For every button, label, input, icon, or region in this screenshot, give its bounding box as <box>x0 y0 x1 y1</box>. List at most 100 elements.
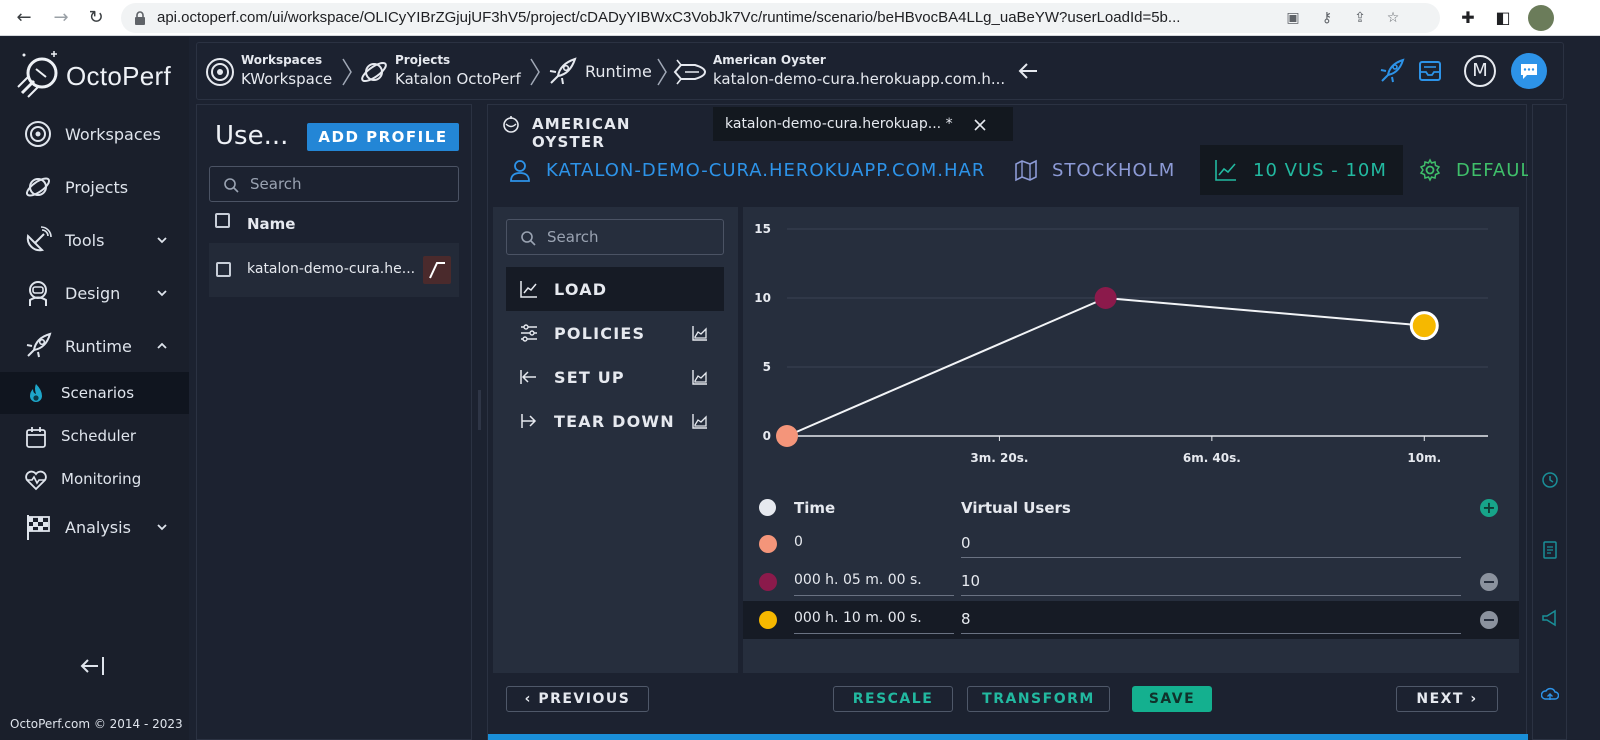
star-icon[interactable]: ☆ <box>1383 8 1403 28</box>
sidebar-item-workspaces[interactable]: Workspaces <box>0 112 189 156</box>
menu-item-label: LOAD <box>554 280 608 299</box>
tab-profile[interactable]: katalon-demo-cura.herokuap... * <box>713 107 1013 141</box>
point-color-dot <box>759 573 777 591</box>
browser-toolbar: ← → ↻ api.octoperf.com/ui/workspace/OLIC… <box>0 0 1600 36</box>
cloud-upload-icon[interactable] <box>1541 685 1559 703</box>
megaphone-icon[interactable] <box>1541 609 1559 627</box>
sidebar-item-tools[interactable]: Tools <box>0 218 189 262</box>
settings-menu: LOAD POLICIES SET UP TEAR DOWN <box>493 207 738 673</box>
sidebar-item-runtime[interactable]: Runtime <box>0 324 189 368</box>
close-icon[interactable] <box>973 118 987 132</box>
user-icon <box>510 160 530 182</box>
y-tick-label: 0 <box>763 429 771 443</box>
clock-icon[interactable] <box>1541 471 1559 489</box>
breadcrumb-runtime[interactable]: Runtime <box>547 43 657 101</box>
breadcrumb-scenario[interactable]: American Oyster katalon-demo-cura.heroku… <box>673 43 1005 101</box>
copyright: OctoPerf.com © 2014 - 2023 <box>10 717 183 731</box>
arrow-left-bar-icon <box>520 370 536 384</box>
save-button[interactable]: SAVE <box>1132 686 1212 712</box>
avatar[interactable] <box>1528 5 1554 31</box>
region-item[interactable]: STOCKHOLM <box>1014 145 1194 195</box>
settings-label: DEFAUL <box>1456 160 1528 181</box>
key-icon[interactable]: ⚷ <box>1317 8 1337 28</box>
back-arrow-icon[interactable] <box>1017 61 1039 81</box>
user-menu-button[interactable]: M <box>1464 55 1496 87</box>
sidebar-item-scheduler[interactable]: Scheduler <box>0 415 189 457</box>
collapse-sidebar-icon[interactable] <box>80 655 106 677</box>
sidebar-item-monitoring[interactable]: Monitoring <box>0 458 189 500</box>
add-profile-button[interactable]: ADD PROFILE <box>307 123 459 151</box>
vus-field[interactable]: 0 <box>961 534 1461 558</box>
satellite-dish-icon <box>26 226 52 252</box>
time-column-header: Time <box>794 499 836 517</box>
back-icon[interactable]: ← <box>10 4 38 32</box>
table-row: 0 0 <box>743 525 1519 563</box>
profile-ribbon: KATALON-DEMO-CURA.HEROKUAPP.COM.HAR STOC… <box>488 145 1528 195</box>
reload-icon[interactable]: ↻ <box>82 4 110 32</box>
profiles-search-input[interactable] <box>250 167 450 201</box>
table-row: 000 h. 10 m. 00 s. 8 <box>743 601 1519 639</box>
forward-icon[interactable]: → <box>47 4 75 32</box>
next-button[interactable]: NEXT › <box>1396 686 1498 712</box>
ramp-icon <box>429 262 445 279</box>
vus-field[interactable]: 10 <box>961 572 1461 596</box>
time-field[interactable]: 000 h. 05 m. 00 s. <box>794 572 954 596</box>
sidebar-item-analysis[interactable]: Analysis <box>0 505 189 549</box>
sidebar-item-label: Monitoring <box>61 470 142 488</box>
breadcrumb-separator-icon <box>657 58 667 86</box>
menu-search-input[interactable] <box>547 220 717 254</box>
transform-button[interactable]: TRANSFORM <box>967 686 1110 712</box>
sidebar-item-label: Runtime <box>65 336 132 356</box>
search-icon <box>521 231 536 246</box>
menu-item-teardown[interactable]: TEAR DOWN <box>506 399 724 443</box>
select-all-checkbox[interactable] <box>215 213 230 228</box>
astronaut-icon <box>29 281 47 306</box>
chevron-down-icon <box>157 524 167 531</box>
blocked-popup-icon[interactable]: ▣ <box>1283 8 1303 28</box>
previous-button[interactable]: ‹ PREVIOUS <box>506 686 649 712</box>
load-item[interactable]: 10 VUS - 10M <box>1200 145 1403 195</box>
tab-scenario[interactable]: AMERICAN OYSTER <box>488 105 710 151</box>
share-icon[interactable]: ⇪ <box>1350 8 1370 28</box>
menu-item-label: POLICIES <box>554 324 646 343</box>
chevron-down-icon <box>157 237 167 244</box>
add-step-button[interactable]: + <box>1480 499 1498 517</box>
x-tick-label: 3m. 20s. <box>970 451 1028 465</box>
extensions-icon[interactable]: ✚ <box>1455 5 1481 31</box>
breadcrumb-projects[interactable]: Projects Katalon OctoPerf <box>359 43 529 101</box>
settings-item[interactable]: DEFAUL <box>1418 145 1528 195</box>
menu-search <box>506 219 724 255</box>
sidepanel-icon[interactable]: ◧ <box>1490 5 1516 31</box>
rocket-launch-icon[interactable] <box>1379 58 1405 84</box>
har-item[interactable]: KATALON-DEMO-CURA.HEROKUAPP.COM.HAR <box>504 145 1004 195</box>
breadcrumb-runtime-label: Runtime <box>585 62 652 81</box>
breadcrumb-workspaces-value: KWorkspace <box>241 70 333 88</box>
menu-item-setup[interactable]: SET UP <box>506 355 724 399</box>
list-item[interactable]: katalon-demo-cura.he... <box>209 243 459 297</box>
rescale-button[interactable]: RESCALE <box>833 686 953 712</box>
row-checkbox[interactable] <box>216 262 231 277</box>
menu-item-policies[interactable]: POLICIES <box>506 311 724 355</box>
sidebar-item-scenarios[interactable]: Scenarios <box>0 372 189 414</box>
logo[interactable]: OctoPerf <box>14 47 184 102</box>
search-icon <box>224 178 239 193</box>
breadcrumb-workspaces[interactable]: Workspaces KWorkspace <box>205 43 345 101</box>
document-icon[interactable] <box>1541 541 1559 559</box>
panel-splitter[interactable] <box>478 390 481 430</box>
inbox-icon[interactable] <box>1417 58 1443 84</box>
area-chart-icon <box>692 326 707 341</box>
gear-icon <box>1419 158 1441 182</box>
menu-item-load[interactable]: LOAD <box>506 267 724 311</box>
remove-step-button[interactable] <box>1480 611 1498 629</box>
sidebar-item-design[interactable]: Design <box>0 271 189 315</box>
time-field[interactable]: 000 h. 10 m. 00 s. <box>794 610 954 634</box>
arrow-right-bar-icon <box>521 414 537 428</box>
remove-step-button[interactable] <box>1480 573 1498 591</box>
sidebar-item-projects[interactable]: Projects <box>0 165 189 209</box>
chat-button[interactable] <box>1511 53 1547 89</box>
address-bar[interactable]: api.octoperf.com/ui/workspace/OLICyYIBrZ… <box>121 3 1440 33</box>
sidebar-item-label: Analysis <box>65 517 131 537</box>
target-icon <box>25 121 51 147</box>
vus-field[interactable]: 8 <box>961 610 1461 634</box>
target-icon <box>206 58 234 86</box>
